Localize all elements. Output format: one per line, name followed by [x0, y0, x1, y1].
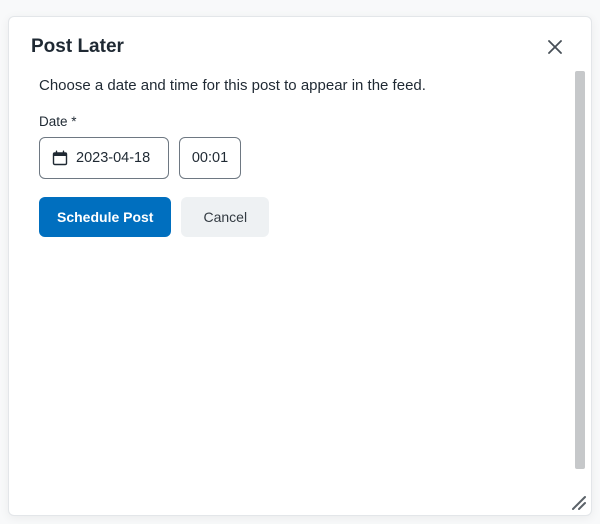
dialog-header: Post Later — [9, 17, 591, 67]
time-value: 00:01 — [192, 150, 228, 166]
cancel-button[interactable]: Cancel — [181, 197, 269, 237]
instruction-text: Choose a date and time for this post to … — [39, 77, 543, 94]
resize-handle-icon[interactable] — [569, 493, 587, 511]
schedule-post-button[interactable]: Schedule Post — [39, 197, 171, 237]
scrollbar-thumb[interactable] — [575, 71, 585, 469]
dialog-title: Post Later — [31, 36, 124, 58]
post-later-dialog: Post Later Choose a date and time for th… — [8, 16, 592, 516]
dialog-actions: Schedule Post Cancel — [39, 197, 543, 237]
close-icon — [548, 40, 562, 54]
date-value: 2023-04-18 — [76, 150, 150, 166]
dialog-body: Choose a date and time for this post to … — [9, 67, 573, 515]
date-field-label: Date * — [39, 114, 543, 129]
time-input[interactable]: 00:01 — [179, 137, 241, 179]
date-input[interactable]: 2023-04-18 — [39, 137, 169, 179]
close-button[interactable] — [541, 33, 569, 61]
vertical-scrollbar[interactable] — [573, 71, 587, 511]
dialog-body-wrap: Choose a date and time for this post to … — [9, 67, 591, 515]
date-time-row: 2023-04-18 00:01 — [39, 137, 543, 179]
calendar-icon — [52, 150, 68, 166]
